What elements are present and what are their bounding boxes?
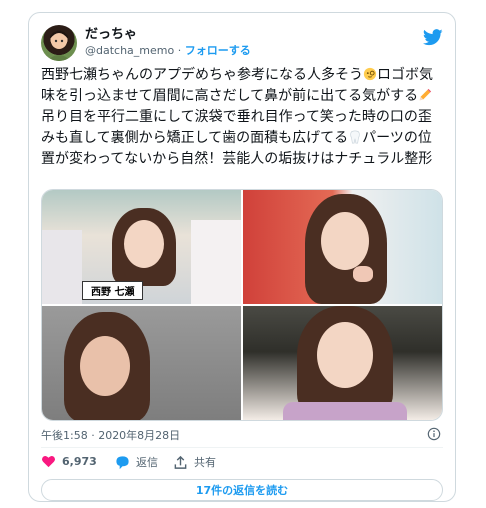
pencil-icon xyxy=(419,88,432,101)
avatar[interactable] xyxy=(41,25,77,61)
share-icon xyxy=(174,455,187,469)
author-handle-row: @datcha_memo · フォローする xyxy=(85,43,251,59)
tweet-text: 西野七瀬ちゃんのアプデめちゃ参考になる人多そう ロゴボ気味を引っ込ませて眉間に高さ… xyxy=(41,65,441,170)
divider xyxy=(41,447,443,448)
read-replies-button[interactable]: 17件の返信を読む xyxy=(41,479,443,501)
photo-1-figure-right xyxy=(191,220,241,304)
author-block: だっちゃ @datcha_memo · フォローする xyxy=(85,26,251,59)
photo-4-clothing xyxy=(283,402,407,420)
reply-bubble-icon xyxy=(116,455,129,469)
photo-1-caption: 西野 七瀬 xyxy=(82,281,144,300)
photo-4[interactable] xyxy=(243,306,442,420)
share-button[interactable]: 共有 xyxy=(173,454,216,470)
reply-label: 返信 xyxy=(136,456,158,469)
tooth-icon xyxy=(350,130,360,144)
photo-2-face xyxy=(321,212,369,270)
photo-1-face xyxy=(124,220,164,268)
photo-3-face xyxy=(80,336,130,396)
tweet-card: だっちゃ @datcha_memo · フォローする 西野七瀬ちゃんのアプデめち… xyxy=(28,12,456,502)
photo-3[interactable] xyxy=(42,306,241,420)
author-handle[interactable]: @datcha_memo xyxy=(85,44,174,57)
tweet-timestamp[interactable]: 午後1:58 · 2020年8月28日 xyxy=(41,427,180,443)
heart-icon xyxy=(42,455,55,468)
photo-2[interactable] xyxy=(243,190,442,304)
reply-button[interactable]: 返信 xyxy=(115,454,158,470)
follow-button[interactable]: フォローする xyxy=(185,44,251,57)
tweet-text-part1: 西野七瀬ちゃんのアプデめちゃ参考になる人多そう xyxy=(41,67,363,83)
media-grid: 西野 七瀬 xyxy=(41,189,443,421)
tweet-header: だっちゃ @datcha_memo · フォローする xyxy=(41,25,443,65)
likes-count: 6,973 xyxy=(62,455,97,468)
handle-separator: · xyxy=(177,44,182,57)
photo-4-face xyxy=(317,322,373,388)
twitter-bird-icon[interactable] xyxy=(423,29,443,46)
author-display-name[interactable]: だっちゃ xyxy=(85,26,251,43)
info-icon[interactable] xyxy=(427,427,441,441)
like-button[interactable]: 6,973 xyxy=(41,454,97,469)
face-with-monocle-icon xyxy=(363,67,377,81)
share-label: 共有 xyxy=(194,456,216,469)
photo-2-hand xyxy=(353,266,373,282)
photo-1[interactable]: 西野 七瀬 xyxy=(42,190,241,304)
photo-1-figure-left xyxy=(42,230,82,304)
